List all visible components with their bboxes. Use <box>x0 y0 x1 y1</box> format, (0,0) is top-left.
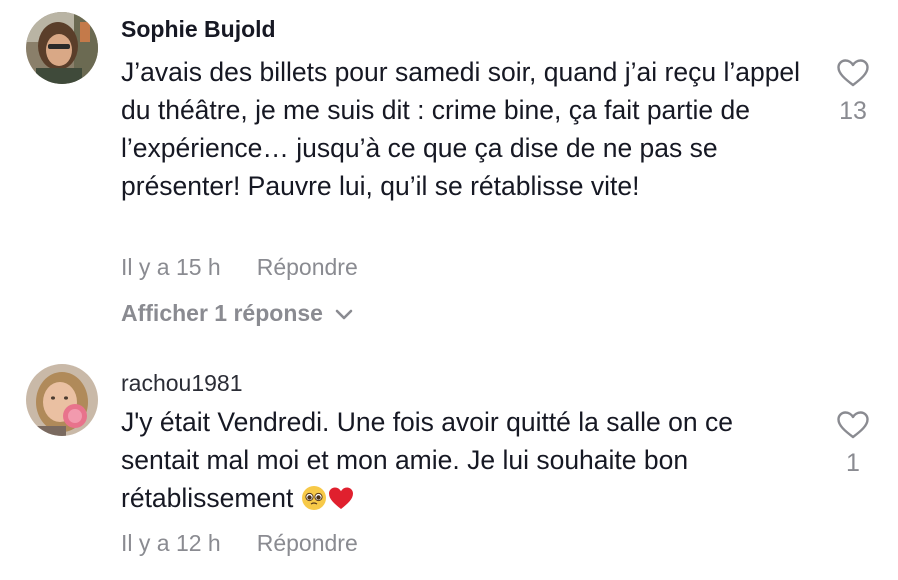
red-heart-emoji <box>327 483 355 521</box>
comment-text: J'y était Vendredi. Une fois avoir quitt… <box>121 403 801 521</box>
heart-outline-icon <box>826 410 880 445</box>
comment-text: J’avais des billets pour samedi soir, qu… <box>121 57 801 201</box>
comment-meta: Il y a 12 h Répondre <box>121 530 358 557</box>
like-button[interactable]: 13 <box>826 58 880 126</box>
comment-timestamp: Il y a 12 h <box>121 530 221 556</box>
heart-outline-icon <box>826 58 880 93</box>
comment-username[interactable]: Sophie Bujold <box>121 16 276 43</box>
like-count: 1 <box>846 449 860 477</box>
view-replies-button[interactable]: Afficher 1 réponse <box>121 300 353 327</box>
like-button[interactable]: 1 <box>826 410 880 478</box>
pleading-face-emoji <box>301 483 327 521</box>
comment-username[interactable]: rachou1981 <box>121 370 243 397</box>
avatar[interactable] <box>26 364 98 436</box>
view-replies-label: Afficher 1 réponse <box>121 300 323 326</box>
avatar[interactable] <box>26 12 98 84</box>
reply-button[interactable]: Répondre <box>257 530 358 556</box>
chevron-down-icon <box>335 300 353 327</box>
comment-text-body: J'y était Vendredi. Une fois avoir quitt… <box>121 407 733 513</box>
reply-button[interactable]: Répondre <box>257 254 358 280</box>
like-count: 13 <box>839 97 867 125</box>
comment-meta: Il y a 15 h Répondre <box>121 254 358 281</box>
comment-timestamp: Il y a 15 h <box>121 254 221 280</box>
